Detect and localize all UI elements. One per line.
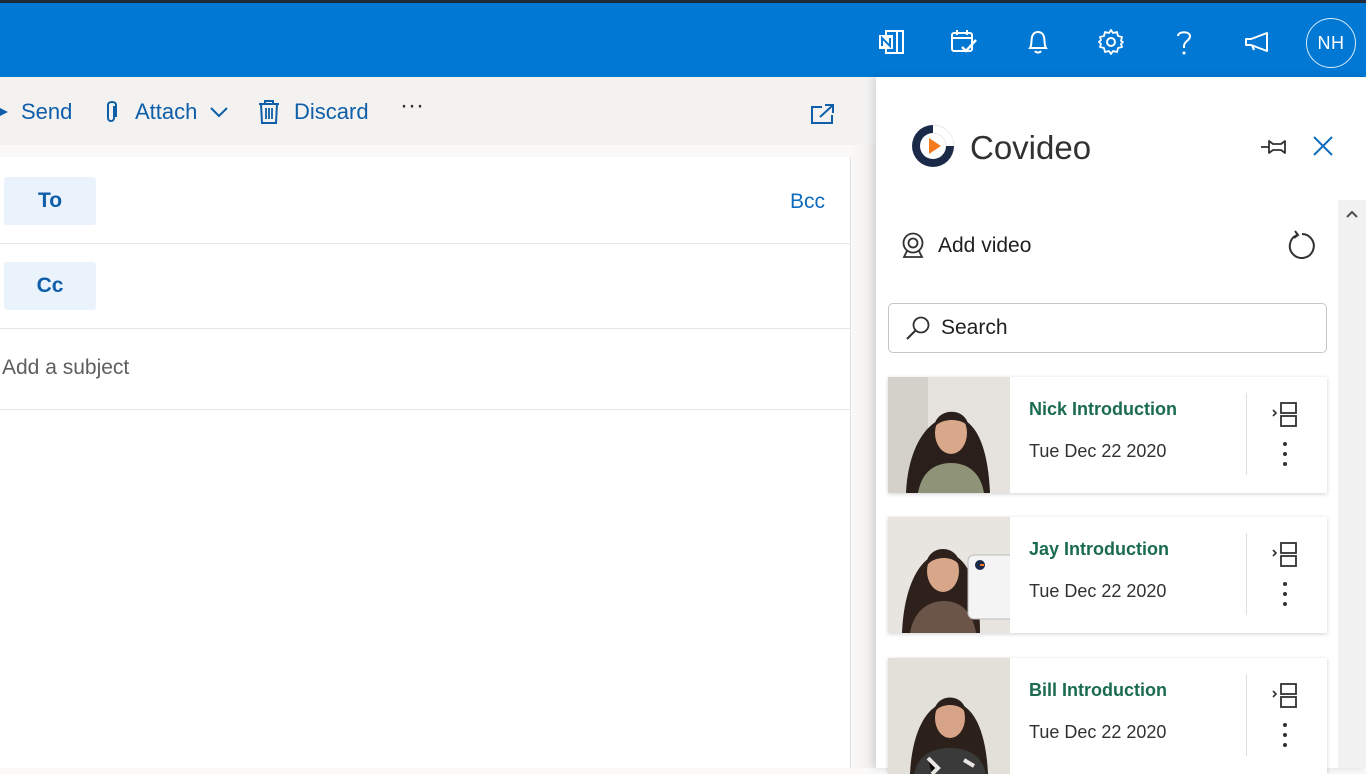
video-date: Tue Dec 22 2020 — [1029, 581, 1167, 601]
insert-video-icon[interactable] — [1271, 541, 1299, 569]
subject-field[interactable]: Add a subject — [2, 356, 129, 380]
search-icon — [906, 316, 930, 340]
refresh-icon[interactable] — [1286, 230, 1318, 262]
video-title[interactable]: Nick Introduction — [1029, 399, 1177, 420]
pane-gap — [851, 145, 876, 768]
send-button[interactable]: Send — [0, 97, 72, 127]
insert-video-icon[interactable] — [1271, 401, 1299, 429]
attach-label: Attach — [135, 99, 198, 124]
send-label: Send — [21, 99, 73, 124]
video-thumbnail[interactable] — [888, 658, 1010, 774]
more-options-button[interactable] — [1274, 439, 1296, 469]
video-thumbnail[interactable] — [888, 517, 1010, 633]
attach-button[interactable]: Attach — [102, 97, 229, 127]
to-button[interactable]: To — [4, 177, 96, 225]
video-title[interactable]: Bill Introduction — [1029, 680, 1167, 701]
avatar[interactable]: NH — [1306, 18, 1356, 68]
search-input[interactable]: Search — [888, 303, 1327, 353]
compose-pane: To Bcc Cc Add a subject — [0, 157, 851, 768]
cc-button[interactable]: Cc — [4, 262, 96, 310]
webcam-icon — [902, 232, 924, 258]
top-bar: NH — [0, 0, 1366, 77]
scroll-up-button[interactable] — [1338, 200, 1366, 228]
close-icon[interactable] — [1310, 133, 1336, 159]
add-video-label: Add video — [938, 234, 1032, 257]
add-video-button[interactable]: Add video — [900, 229, 1031, 263]
divider — [1246, 393, 1247, 475]
video-title[interactable]: Jay Introduction — [1029, 539, 1169, 560]
pop-out-button[interactable] — [810, 99, 836, 129]
covideo-logo — [912, 125, 954, 167]
video-date: Tue Dec 22 2020 — [1029, 722, 1167, 742]
command-bar: Send Attach Discard ··· — [0, 77, 876, 145]
paperclip-icon — [107, 101, 117, 122]
onenote-icon[interactable] — [874, 25, 908, 59]
help-icon[interactable] — [1167, 25, 1201, 59]
video-card[interactable]: Jay Introduction Tue Dec 22 2020 — [888, 517, 1327, 633]
insert-video-icon[interactable] — [1271, 682, 1299, 710]
covideo-panel: Covideo Add video Search Nick Introducti… — [876, 77, 1366, 774]
discard-button[interactable]: Discard — [258, 97, 369, 127]
cc-row[interactable]: Cc — [0, 244, 851, 329]
panel-title: Covideo — [970, 129, 1092, 166]
trash-icon — [259, 100, 279, 124]
video-card[interactable]: Bill Introduction Tue Dec 22 2020 — [888, 658, 1327, 774]
search-placeholder: Search — [941, 316, 1008, 339]
bell-icon[interactable] — [1021, 25, 1055, 59]
discard-label: Discard — [294, 99, 369, 124]
pop-out-icon — [811, 104, 834, 124]
divider — [1246, 674, 1247, 756]
chevron-up-icon — [1346, 210, 1358, 218]
bcc-button[interactable]: Bcc — [790, 190, 825, 214]
send-icon — [0, 108, 8, 116]
megaphone-icon[interactable] — [1241, 25, 1275, 59]
more-options-button[interactable] — [1274, 579, 1296, 609]
chevron-down-icon[interactable] — [209, 106, 229, 118]
divider — [1246, 533, 1247, 615]
video-card[interactable]: Nick Introduction Tue Dec 22 2020 — [888, 377, 1327, 493]
more-actions-label: ··· — [400, 92, 424, 119]
calendar-check-icon[interactable] — [947, 25, 981, 59]
pin-icon[interactable] — [1259, 135, 1289, 159]
video-thumbnail[interactable] — [888, 377, 1010, 493]
more-actions-button[interactable]: ··· — [400, 91, 424, 121]
to-row[interactable]: To Bcc — [0, 157, 851, 244]
video-date: Tue Dec 22 2020 — [1029, 441, 1167, 461]
scrollbar[interactable] — [1338, 200, 1366, 768]
gear-icon[interactable] — [1094, 25, 1128, 59]
more-options-button[interactable] — [1274, 720, 1296, 750]
